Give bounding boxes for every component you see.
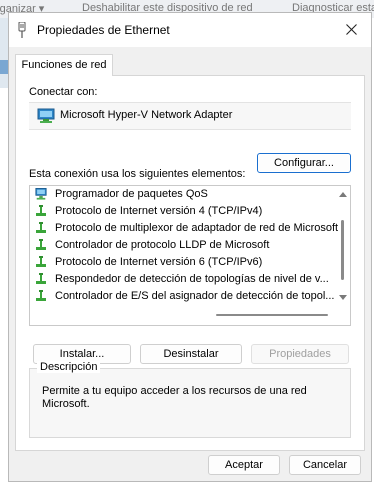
adapter-field: Microsoft Hyper-V Network Adapter xyxy=(29,102,351,130)
list-item-label: Programador de paquetes QoS xyxy=(55,188,208,200)
title-bar: Propiedades de Ethernet xyxy=(9,13,371,47)
protocol-icon xyxy=(36,205,46,216)
list-item[interactable]: Controlador de protocolo LLDP de Microso… xyxy=(30,237,330,254)
cancel-button[interactable]: Cancelar xyxy=(289,455,361,475)
protocol-icon xyxy=(36,290,46,301)
tab-networking[interactable]: Funciones de red xyxy=(15,54,113,76)
list-item[interactable]: Programador de paquetes QoS xyxy=(30,186,330,203)
list-item-label: Protocolo de multiplexor de adaptador de… xyxy=(55,222,339,234)
ethernet-properties-dialog: Propiedades de Ethernet Funciones de red… xyxy=(8,12,372,482)
list-item-label: Respondedor de detección de topologías d… xyxy=(55,273,329,285)
networking-panel: Conectar con: Microsoft Hyper-V Network … xyxy=(15,75,365,451)
vertical-scrollbar-thumb[interactable] xyxy=(341,220,344,280)
list-item-label: Controlador de E/S del asignador de dete… xyxy=(55,290,335,302)
list-item[interactable]: Protocolo de multiplexor de adaptador de… xyxy=(30,220,338,237)
scroll-up-arrow-icon[interactable] xyxy=(339,191,347,199)
list-item[interactable]: Controlador de E/S del asignador de dete… xyxy=(30,288,334,305)
uninstall-button[interactable]: Desinstalar xyxy=(140,344,242,364)
list-item-label: Controlador de protocolo LLDP de Microso… xyxy=(55,239,270,251)
network-service-icon xyxy=(35,188,47,200)
description-text: Permite a tu equipo acceder a los recurs… xyxy=(42,385,307,410)
background-panel xyxy=(0,18,8,88)
background-icon xyxy=(0,60,8,74)
configure-button[interactable]: Configurar... xyxy=(257,153,351,173)
adapter-name: Microsoft Hyper-V Network Adapter xyxy=(60,109,233,121)
protocol-icon xyxy=(36,273,46,284)
description-group: Descripción Permite a tu equipo acceder … xyxy=(29,361,351,438)
protocol-icon xyxy=(36,239,46,250)
network-adapter-icon xyxy=(37,108,55,123)
close-button[interactable] xyxy=(339,17,365,43)
list-item-label: Protocolo de Internet versión 6 (TCP/IPv… xyxy=(55,256,263,268)
items-label: Esta conexión usa los siguientes element… xyxy=(29,168,246,180)
accept-button[interactable]: Aceptar xyxy=(208,455,280,475)
list-item[interactable]: Protocolo de Internet versión 6 (TCP/IPv… xyxy=(30,254,330,271)
scroll-down-arrow-icon[interactable] xyxy=(339,293,347,301)
horizontal-scrollbar-thumb[interactable] xyxy=(216,314,328,316)
list-item-label: Protocolo de Internet versión 4 (TCP/IPv… xyxy=(55,205,263,217)
ethernet-icon xyxy=(18,22,26,38)
protocol-icon xyxy=(36,256,46,267)
protocol-icon xyxy=(36,222,46,233)
connect-using-label: Conectar con: xyxy=(29,86,98,98)
dialog-title: Propiedades de Ethernet xyxy=(37,23,170,37)
description-legend: Descripción xyxy=(37,361,101,373)
list-item[interactable]: Respondedor de detección de topologías d… xyxy=(30,271,330,288)
close-icon xyxy=(346,24,357,35)
properties-button[interactable]: Propiedades xyxy=(251,344,349,364)
components-list[interactable]: Programador de paquetes QoS Protocolo de… xyxy=(29,185,351,326)
list-item[interactable]: Protocolo de Internet versión 4 (TCP/IPv… xyxy=(30,203,330,220)
